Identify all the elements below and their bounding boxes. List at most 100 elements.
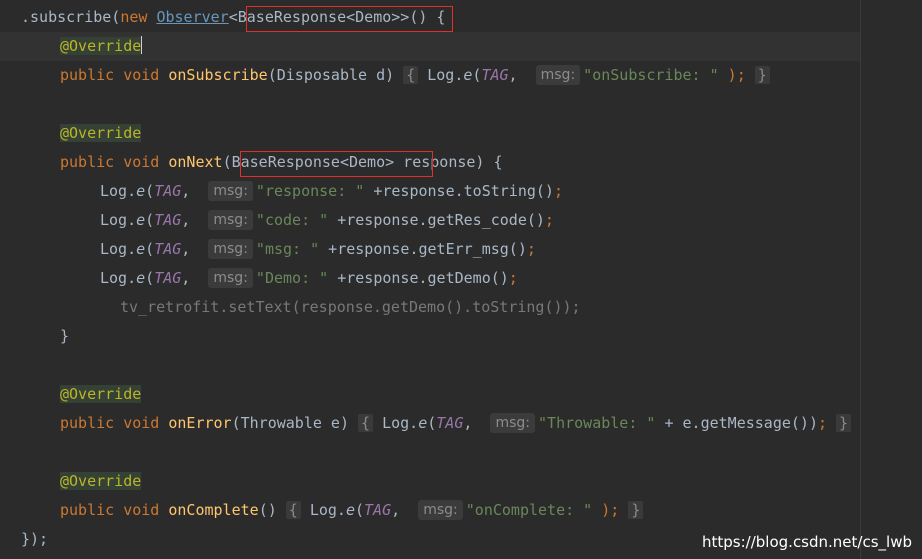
text-caret — [141, 36, 143, 54]
code-line-18[interactable]: public void onComplete() { Log.e(TAG, ms… — [60, 496, 644, 525]
onnext-param-type: (BaseResponse<Demo> — [222, 153, 395, 171]
code-text: .subscribe( — [21, 8, 121, 26]
code-line-10[interactable]: Log.e(TAG, msg: "Demo: " +response.getDem… — [100, 264, 518, 293]
code-text: ( — [145, 182, 155, 200]
code-text: , — [181, 269, 191, 287]
keyword-public: public — [60, 414, 115, 432]
code-line-2[interactable]: @Override — [0, 32, 860, 61]
fold-close-brace[interactable]: } — [836, 414, 852, 432]
method-params: (Throwable e) — [231, 414, 349, 432]
string-literal: "code: " — [255, 211, 329, 229]
tag-constant: TAG — [481, 66, 509, 84]
log-class: Log. — [382, 414, 419, 432]
param-hint-msg: msg: — [208, 210, 253, 230]
code-line-1[interactable]: .subscribe(new Observer<BaseResponse<Dem… — [21, 3, 445, 32]
code-text: +response.getDemo() — [328, 269, 509, 287]
method-params: (Disposable d) — [267, 66, 395, 84]
method-name-onerror: onError — [168, 414, 232, 432]
log-class: Log. — [100, 211, 137, 229]
log-method: e — [418, 414, 428, 432]
tag-constant: TAG — [364, 501, 392, 519]
param-hint-msg: msg: — [490, 413, 536, 433]
code-editor[interactable]: .subscribe(new Observer<BaseResponse<Dem… — [0, 0, 922, 559]
fold-close-brace[interactable]: } — [754, 66, 770, 84]
observer-class-ref[interactable]: Observer — [156, 8, 228, 26]
code-text: , — [181, 211, 191, 229]
method-params: () — [258, 501, 277, 519]
tag-constant: TAG — [154, 211, 182, 229]
code-text: , — [391, 501, 401, 519]
code-text: ; — [544, 211, 554, 229]
fold-open-brace[interactable]: { — [403, 66, 419, 84]
code-text-dimmed: tv_retrofit.setText(response.getDemo().t… — [120, 298, 581, 316]
code-text: +response.toString() — [364, 182, 554, 200]
log-method: e — [136, 182, 146, 200]
keyword-public: public — [60, 501, 115, 519]
param-hint-msg: msg: — [208, 181, 253, 201]
fold-close-brace[interactable]: } — [628, 501, 644, 519]
override-annotation: @Override — [60, 124, 142, 142]
string-literal: "response: " — [255, 182, 365, 200]
keyword-void: void — [123, 414, 160, 432]
log-method: e — [345, 501, 355, 519]
keyword-public: public — [60, 153, 115, 171]
string-literal: "Throwable: " — [538, 414, 656, 432]
code-text: () { — [409, 8, 446, 26]
keyword-public: public — [60, 66, 115, 84]
param-hint-msg: msg: — [208, 239, 253, 259]
method-name-onnext: onNext — [168, 153, 223, 171]
method-name-oncomplete: onComplete — [168, 501, 259, 519]
keyword-void: void — [123, 501, 160, 519]
code-text: , — [463, 414, 473, 432]
code-text: ; — [526, 240, 536, 258]
code-text: ( — [145, 269, 155, 287]
code-text: ( — [145, 240, 155, 258]
code-text: ); — [592, 501, 620, 519]
code-line-7[interactable]: Log.e(TAG, msg: "response: " +response.to… — [100, 177, 563, 206]
override-annotation: @Override — [60, 37, 142, 55]
code-line-17[interactable]: @Override — [60, 467, 142, 496]
keyword-void: void — [123, 66, 160, 84]
code-line-3[interactable]: public void onSubscribe(Disposable d) { … — [60, 61, 770, 90]
code-line-19[interactable]: }); — [21, 525, 48, 554]
log-class: Log. — [100, 269, 137, 287]
tag-constant: TAG — [154, 269, 182, 287]
log-class: Log. — [100, 182, 137, 200]
code-line-8[interactable]: Log.e(TAG, msg: "code: " +response.getRes… — [100, 206, 554, 235]
code-text: ( — [145, 211, 155, 229]
tag-constant: TAG — [154, 182, 182, 200]
tag-constant: TAG — [436, 414, 464, 432]
code-text: ( — [427, 414, 437, 432]
code-line-12[interactable]: } — [60, 322, 69, 351]
override-annotation: @Override — [60, 472, 142, 490]
code-text: ; — [553, 182, 563, 200]
code-text: , — [181, 240, 191, 258]
code-line-15[interactable]: public void onError(Throwable e) { Log.e… — [60, 409, 852, 438]
param-hint-msg: msg: — [535, 65, 581, 85]
fold-open-brace[interactable]: { — [285, 501, 301, 519]
code-line-9[interactable]: Log.e(TAG, msg: "msg: " +response.getErr_… — [100, 235, 536, 264]
watermark-url: https://blog.csdn.net/cs_lwb — [702, 533, 912, 551]
code-text: ); — [718, 66, 746, 84]
fold-open-brace[interactable]: { — [358, 414, 374, 432]
log-method: e — [136, 240, 146, 258]
code-line-5[interactable]: @Override — [60, 119, 142, 148]
code-line-14[interactable]: @Override — [60, 380, 142, 409]
code-text: + e.getMessage()) — [655, 414, 818, 432]
keyword-new: new — [120, 8, 148, 26]
string-literal: "msg: " — [255, 240, 320, 258]
log-class: Log. — [427, 66, 464, 84]
log-method: e — [136, 211, 146, 229]
tag-constant: TAG — [154, 240, 182, 258]
observer-generic-type: <BaseResponse<Demo>> — [228, 8, 410, 26]
code-text: +response.getErr_msg() — [319, 240, 527, 258]
close-brace: } — [60, 327, 70, 345]
param-hint-msg: msg: — [208, 268, 253, 288]
code-text: response) { — [394, 153, 503, 171]
param-hint-msg: msg: — [418, 500, 463, 520]
code-line-6[interactable]: public void onNext(BaseResponse<Demo> re… — [60, 148, 503, 177]
code-line-11[interactable]: tv_retrofit.setText(response.getDemo().t… — [120, 293, 581, 322]
log-method: e — [136, 269, 146, 287]
string-literal: "onSubscribe: " — [583, 66, 719, 84]
right-margin-guide — [860, 0, 861, 559]
